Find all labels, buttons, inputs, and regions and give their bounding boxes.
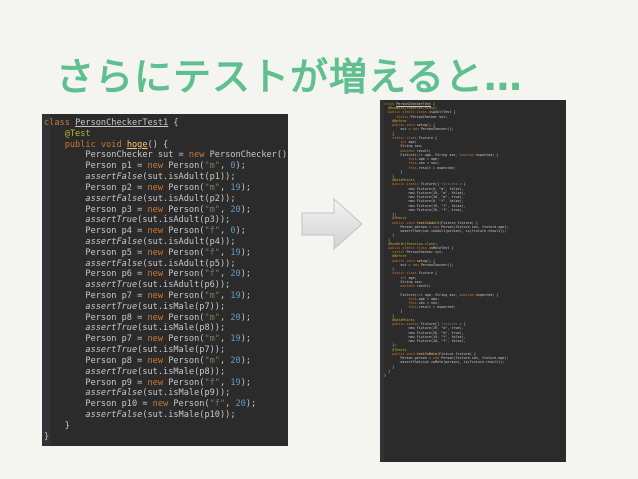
- assert-line: assertTrue(sut.isMale(p7));: [85, 301, 226, 312]
- assert-line-1: assertThat(sut.isAdult(person), is(fixtu…: [400, 229, 507, 234]
- slide-title: さらにテストが増えると…: [56, 55, 523, 99]
- left-code-panel: class PersonCheckerTest1 { @Test public …: [42, 114, 288, 446]
- person-line: Person p10 = new Person("f", 20);: [44, 399, 257, 410]
- assert-line: assertFalse(sut.isMale(p10));: [85, 409, 236, 420]
- assert-line: assertTrue(sut.isMale(p8));: [85, 323, 226, 334]
- inner-class-1-name: isAdultTest: [428, 110, 452, 115]
- assert-line: assertFalse(sut.isAdult(p2));: [85, 193, 236, 204]
- inner-class-2-fixtures: new Fixture(19, "m", true), new Fixture(…: [384, 326, 466, 343]
- person-line: Person p7 = new Person("m", 19);: [44, 291, 252, 301]
- assert-line: assertFalse(sut.isMale(p9));: [85, 388, 231, 399]
- class-line: class PersonCheckerTest1 {: [44, 118, 179, 128]
- person-line: Person p5 = new Person("f", 19);: [44, 247, 252, 258]
- method-parens: () {: [147, 139, 169, 150]
- person-line: Person p1 = new Person("m", 0);: [44, 161, 246, 172]
- class-close-brace: }: [44, 431, 50, 442]
- assert-line: assertTrue(sut.isAdult(p6));: [85, 280, 231, 291]
- method-name: hoge: [126, 139, 148, 150]
- method-close-brace: }: [64, 420, 70, 431]
- person-line: Person p3 = new Person("m", 20);: [44, 204, 252, 215]
- left-code-block: class PersonCheckerTest1 { @Test public …: [42, 118, 288, 442]
- sut-constructor: PersonChecker();: [204, 150, 288, 161]
- assert-line: assertTrue(sut.isMale(p8));: [85, 366, 226, 377]
- class-keyword: class: [44, 118, 70, 128]
- person-line: Person p6 = new Person("f", 20);: [44, 269, 252, 280]
- fixture-line: new Fixture(20, "f", true),: [408, 207, 464, 212]
- test-annotation: @Test: [64, 128, 91, 139]
- person-line: Person p9 = new Person("f", 19);: [44, 377, 252, 388]
- sut-declaration: PersonChecker sut =: [85, 150, 189, 161]
- class-name: PersonCheckerTest1: [75, 118, 169, 128]
- right-arrow-icon: [301, 197, 363, 251]
- person-line: Person p8 = new Person("m", 20);: [44, 312, 252, 323]
- person-line: Person p7 = new Person("m", 19);: [44, 334, 252, 345]
- inner-class-2-name: isMaleTest: [428, 245, 450, 250]
- right-code-block: class PersonCheckerTest { @RunWith(Theor…: [384, 102, 509, 377]
- assert-line: assertTrue(sut.isAdult(p3));: [85, 215, 231, 226]
- new-keyword: new: [188, 150, 205, 161]
- person-line: Person p2 = new Person("m", 19);: [44, 182, 252, 193]
- assert-line: assertFalse(sut.isAdult(p1));: [85, 172, 236, 183]
- person-line: Person p4 = new Person("f", 0);: [44, 226, 246, 237]
- inner-class-1-fixtures: new Fixture(0, "m", false), new Fixture(…: [384, 187, 466, 212]
- public-keyword: public: [64, 139, 96, 150]
- assert-line-2: assertThat(sut.isMale(person), is(fixtur…: [400, 360, 505, 365]
- assert-line: assertFalse(sut.isAdult(p4));: [85, 236, 236, 247]
- assert-line: assertTrue(sut.isMale(p7));: [85, 345, 226, 356]
- person-lines: Person p1 = new Person("m", 0); assertFa…: [44, 161, 256, 420]
- person-line: Person p8 = new Person("m", 20);: [44, 355, 252, 366]
- fixture-line: new Fixture(20, "f", false),: [408, 339, 466, 344]
- assert-line: assertFalse(sut.isAdult(p5));: [85, 258, 236, 269]
- void-keyword: void: [100, 139, 122, 150]
- right-code-panel: class PersonCheckerTest { @RunWith(Theor…: [380, 100, 566, 462]
- open-brace: {: [173, 118, 179, 128]
